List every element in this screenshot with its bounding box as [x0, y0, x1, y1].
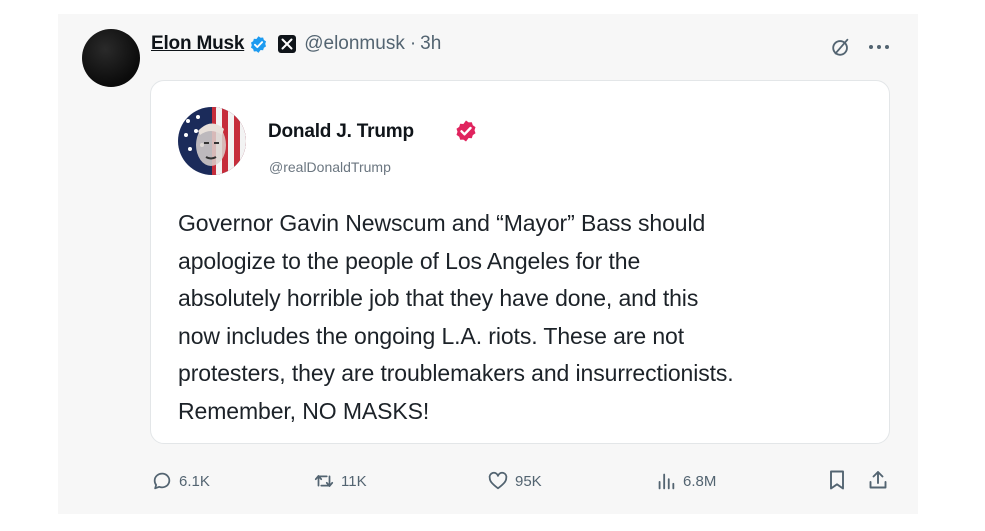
author-name[interactable]: Elon Musk	[151, 33, 244, 55]
post-header: Elon Musk @elonmusk · 3h	[151, 32, 441, 56]
share-icon[interactable]	[866, 468, 890, 492]
reply-icon	[153, 472, 171, 490]
author-handle[interactable]: @elonmusk	[304, 33, 405, 55]
views-icon	[658, 473, 675, 490]
quoted-post[interactable]: Donald J. Trump @realDonaldTrump Governo…	[150, 80, 890, 444]
quoted-post-text: Governor Gavin Newscum and “Mayor” Bass …	[178, 210, 734, 424]
repost-icon	[314, 475, 334, 487]
like-icon	[488, 471, 508, 490]
quoted-author-name[interactable]: Donald J. Trump	[268, 121, 414, 143]
action-bar: 6.1K 11K 95K 6.8M	[58, 464, 918, 498]
views-count: 6.8M	[683, 472, 717, 490]
x-logo-icon	[278, 35, 297, 53]
verified-badge-pink-icon	[456, 120, 476, 142]
separator: ·	[409, 33, 417, 54]
repost-button[interactable]: 11K	[313, 464, 367, 498]
post-card[interactable]: Elon Musk @elonmusk · 3h Donald J. Trump…	[58, 14, 918, 514]
quoted-author-avatar[interactable]	[178, 107, 246, 175]
more-icon[interactable]	[866, 36, 892, 58]
author-avatar[interactable]	[82, 29, 140, 87]
like-count: 95K	[515, 472, 542, 490]
quoted-author-handle[interactable]: @realDonaldTrump	[269, 159, 391, 175]
grok-icon[interactable]	[830, 36, 852, 58]
verified-badge-icon	[251, 35, 267, 53]
reply-button[interactable]: 6.1K	[151, 464, 210, 498]
post-time[interactable]: 3h	[420, 33, 441, 55]
bookmark-icon[interactable]	[825, 468, 849, 492]
views-button[interactable]: 6.8M	[655, 464, 716, 498]
repost-count: 11K	[341, 472, 367, 490]
reply-count: 6.1K	[179, 472, 210, 490]
like-button[interactable]: 95K	[487, 464, 542, 498]
